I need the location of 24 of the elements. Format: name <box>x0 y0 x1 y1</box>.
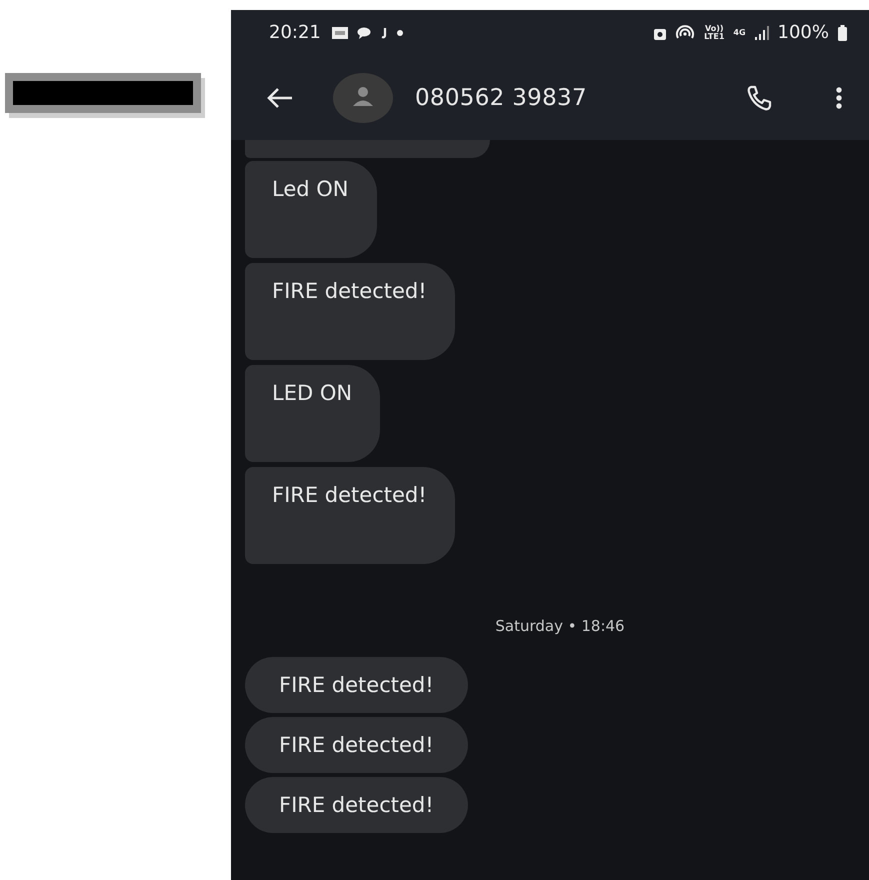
status-time: 20:21 <box>269 22 321 43</box>
chat-icon <box>356 26 371 38</box>
volte-label: Vo)) LTE1 <box>704 24 724 40</box>
hotspot-icon <box>675 24 696 40</box>
dot-icon <box>396 30 403 36</box>
message-bubble: FIRE detected! <box>245 777 468 833</box>
signal-icon <box>754 26 769 40</box>
message-bubble: Led ON <box>245 161 376 258</box>
more-icon[interactable] <box>835 86 843 110</box>
message-bubble: FIRE detected! <box>245 657 468 713</box>
contact-name: 080562 39837 <box>415 84 587 110</box>
phone-icon[interactable] <box>745 84 773 112</box>
battery-percent: 100% <box>778 22 829 43</box>
message-bubble: LED ON <box>245 365 380 462</box>
message-bubble: FIRE detected! <box>245 467 455 564</box>
network-label: 4G <box>733 28 746 36</box>
battery-icon <box>838 24 847 40</box>
news-icon <box>332 26 348 40</box>
avatar-icon <box>333 72 393 122</box>
hook-icon <box>380 26 388 38</box>
back-icon[interactable] <box>265 86 295 110</box>
message-bubble: FIRE detected! <box>245 717 468 773</box>
date-separator: Saturday • 18:46 <box>495 617 625 635</box>
message-bubble: FIRE detected! <box>245 263 455 360</box>
